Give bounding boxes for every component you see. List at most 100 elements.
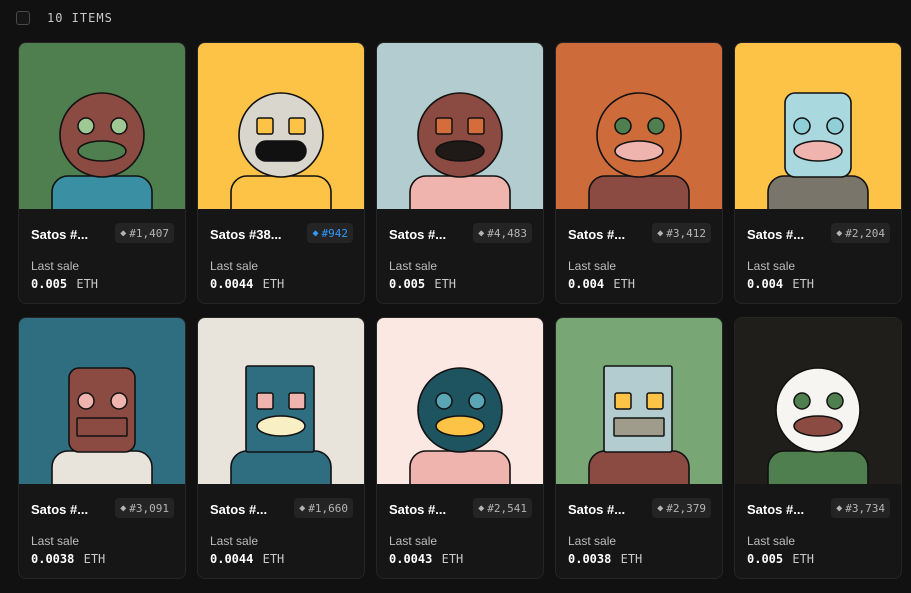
avatar-mouth [793,415,843,437]
avatar-eye-left [435,117,453,135]
price-currency: ETH [620,552,643,566]
rarity-rank-badge[interactable]: ◆ #1,660 [294,498,353,518]
items-count: 10 ITEMS [47,11,113,25]
rank-value: #3,734 [845,501,885,515]
avatar-body [409,175,511,209]
last-sale-label: Last sale [568,534,617,548]
avatar-eye-right [110,392,128,410]
rarity-rank-badge[interactable]: ◆ #3,734 [831,498,890,518]
card-info: Satos #... ◆ #3,412 Last sale 0.004 ETH [556,209,722,303]
rarity-rank-badge[interactable]: ◆ #2,204 [831,223,890,243]
avatar-head [59,92,145,178]
avatar-eye-right [288,117,306,135]
nft-card[interactable]: Satos #... ◆ #3,091 Last sale 0.0038 ETH [18,317,186,579]
avatar-head [68,367,136,453]
select-all-checkbox[interactable] [16,11,30,25]
price-amount: 0.004 [747,277,784,291]
rank-value: #2,204 [845,226,885,240]
last-sale-price: 0.0044 ETH [210,552,284,566]
avatar-eye-right [647,117,665,135]
diamond-icon: ◆ [836,502,843,514]
avatar-illustration [377,43,543,209]
price-currency: ETH [434,277,457,291]
avatar-head [775,367,861,453]
rarity-rank-badge[interactable]: ◆ #1,407 [115,223,174,243]
nft-card[interactable]: Satos #38... ◆ #942 Last sale 0.0044 ETH [197,42,365,304]
price-currency: ETH [76,277,99,291]
avatar-illustration [198,43,364,209]
avatar-head [417,92,503,178]
avatar-head [596,92,682,178]
price-currency: ETH [441,552,464,566]
avatar-body [767,175,869,209]
card-info: Satos #... ◆ #4,483 Last sale 0.005 ETH [377,209,543,303]
nft-artwork [556,43,722,209]
nft-card[interactable]: Satos #... ◆ #4,483 Last sale 0.005 ETH [376,42,544,304]
card-info: Satos #38... ◆ #942 Last sale 0.0044 ETH [198,209,364,303]
avatar-body [230,175,332,209]
avatar-eye-right [467,117,485,135]
nft-artwork [198,43,364,209]
rarity-rank-badge[interactable]: ◆ #2,541 [473,498,532,518]
diamond-icon: ◆ [299,502,306,514]
card-info: Satos #... ◆ #1,407 Last sale 0.005 ETH [19,209,185,303]
nft-card[interactable]: Satos #... ◆ #3,734 Last sale 0.005 ETH [734,317,902,579]
avatar-mouth [435,415,485,437]
item-name: Satos #... [31,502,89,517]
price-currency: ETH [613,277,636,291]
last-sale-price: 0.004 ETH [747,277,814,291]
avatar-mouth [613,417,665,437]
item-name: Satos #... [210,502,268,517]
rarity-rank-badge[interactable]: ◆ #3,412 [652,223,711,243]
nft-artwork [377,43,543,209]
nft-card[interactable]: Satos #... ◆ #3,412 Last sale 0.004 ETH [555,42,723,304]
avatar-eye-right [826,392,844,410]
rarity-rank-badge[interactable]: ◆ #942 [307,223,353,243]
avatar-illustration [556,43,722,209]
item-name: Satos #... [31,227,89,242]
price-amount: 0.0038 [568,552,612,566]
item-name: Satos #... [568,227,626,242]
nft-artwork [377,318,543,484]
avatar-mouth [256,415,306,437]
last-sale-price: 0.005 ETH [389,277,456,291]
avatar-eye-right [826,117,844,135]
rarity-rank-badge[interactable]: ◆ #2,379 [652,498,711,518]
nft-card[interactable]: Satos #... ◆ #1,407 Last sale 0.005 ETH [18,42,186,304]
card-info: Satos #... ◆ #2,541 Last sale 0.0043 ETH [377,484,543,578]
avatar-eye-left [77,392,95,410]
nft-card[interactable]: Satos #... ◆ #1,660 Last sale 0.0044 ETH [197,317,365,579]
last-sale-label: Last sale [210,534,259,548]
rank-value: #3,091 [129,501,169,515]
last-sale-label: Last sale [389,259,438,273]
avatar-eye-left [77,117,95,135]
last-sale-price: 0.0038 ETH [568,552,642,566]
rank-value: #1,407 [129,226,169,240]
price-currency: ETH [262,552,285,566]
avatar-body [51,175,153,209]
last-sale-label: Last sale [31,259,80,273]
price-amount: 0.004 [568,277,605,291]
avatar-eye-right [110,117,128,135]
rarity-rank-badge[interactable]: ◆ #3,091 [115,498,174,518]
card-info: Satos #... ◆ #1,660 Last sale 0.0044 ETH [198,484,364,578]
avatar-head [417,367,503,453]
avatar-illustration [198,318,364,484]
avatar-head [784,92,852,178]
nft-card[interactable]: Satos #... ◆ #2,204 Last sale 0.004 ETH [734,42,902,304]
nft-card[interactable]: Satos #... ◆ #2,541 Last sale 0.0043 ETH [376,317,544,579]
avatar-eye-left [256,117,274,135]
avatar-mouth [435,140,485,162]
avatar-mouth [76,417,128,437]
rarity-rank-badge[interactable]: ◆ #4,483 [473,223,532,243]
last-sale-price: 0.0043 ETH [389,552,463,566]
avatar-illustration [19,43,185,209]
item-name: Satos #... [389,502,447,517]
item-name: Satos #... [747,502,805,517]
avatar-eye-right [288,392,306,410]
last-sale-price: 0.0038 ETH [31,552,105,566]
card-info: Satos #... ◆ #3,734 Last sale 0.005 ETH [735,484,901,578]
item-name: Satos #... [568,502,626,517]
diamond-icon: ◆ [120,502,127,514]
nft-card[interactable]: Satos #... ◆ #2,379 Last sale 0.0038 ETH [555,317,723,579]
